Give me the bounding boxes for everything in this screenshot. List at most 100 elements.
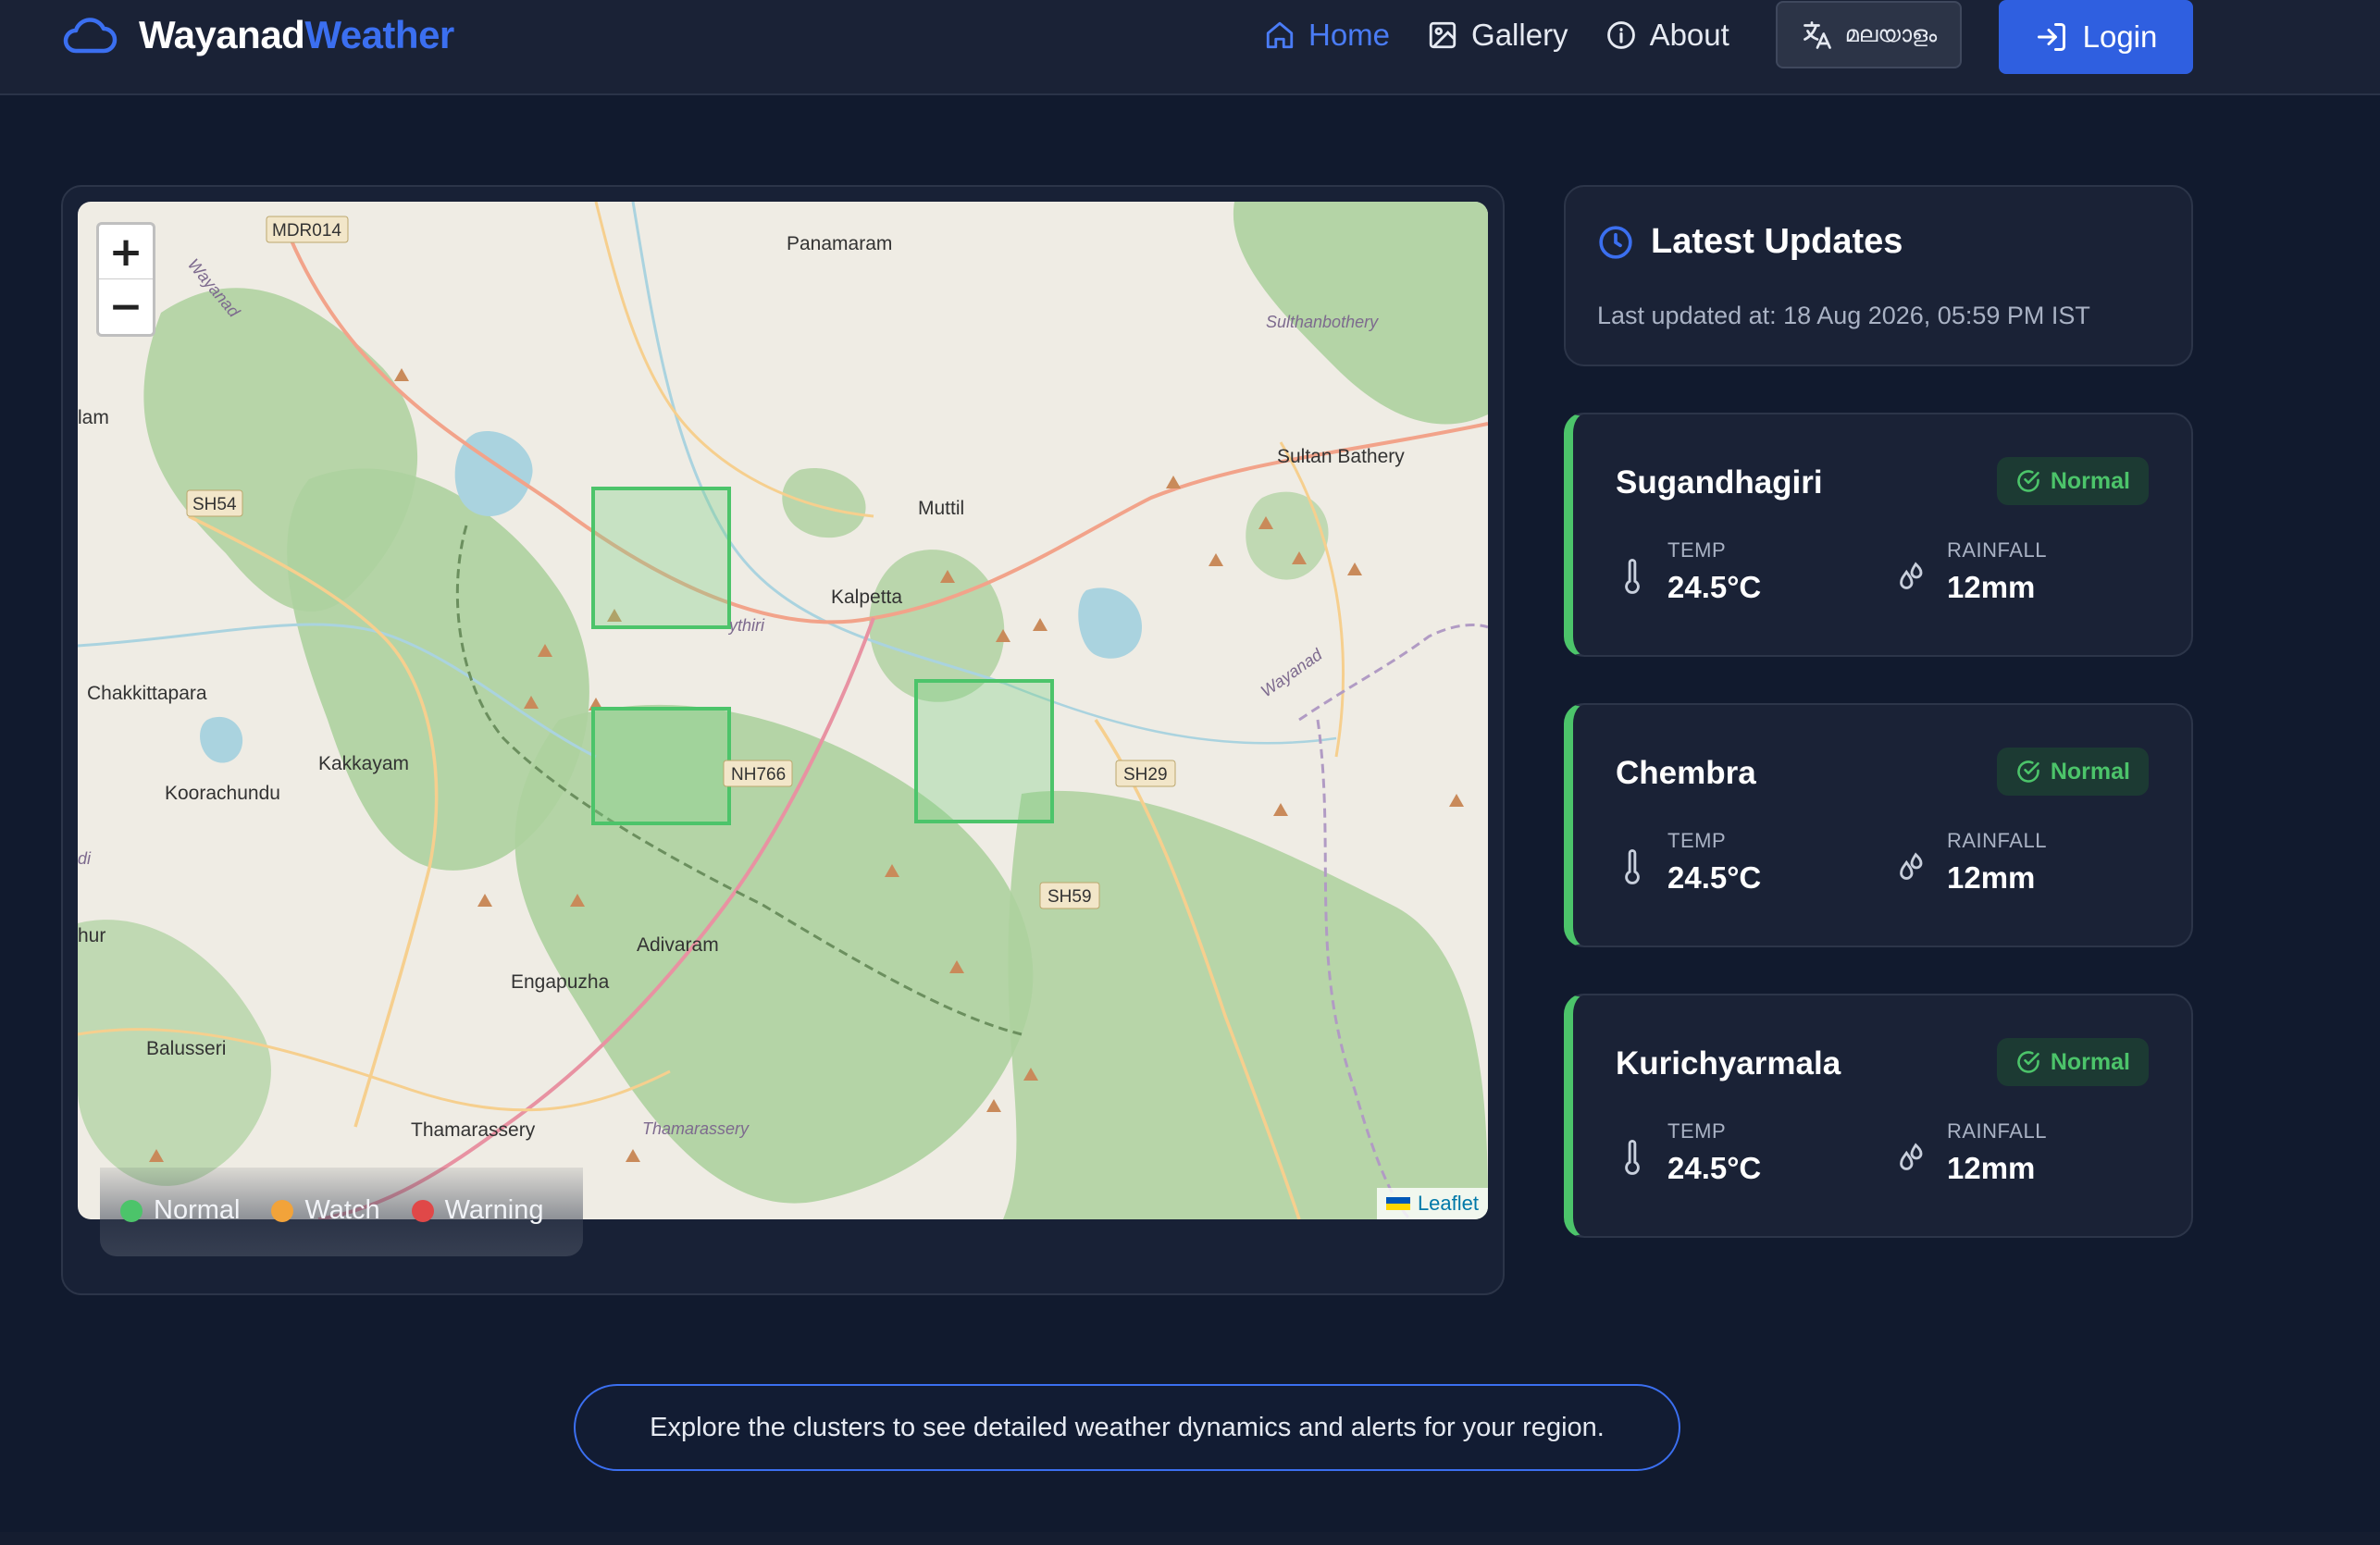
place-label: di (78, 849, 92, 868)
login-label: Login (2082, 19, 2158, 54)
status-badge: Normal (1996, 1038, 2149, 1086)
explore-banner: Explore the clusters to see detailed wea… (574, 1384, 1680, 1471)
last-updated-text: Last updated at: 18 Aug 2026, 05:59 PM I… (1597, 302, 2090, 329)
place-label: SH54 (192, 495, 237, 514)
clock-icon (1599, 225, 1632, 259)
login-icon (2037, 23, 2065, 51)
thermometer-icon (1625, 849, 1640, 884)
home-icon (1266, 21, 1294, 49)
language-label: മലയാളം (1844, 21, 1938, 47)
attribution-label: Leaflet (1417, 1192, 1479, 1215)
place-label: Panamaram (787, 233, 892, 254)
cluster-map[interactable]: MDR014 Wayanad Panamaram Sulthanbothery … (78, 202, 1488, 1219)
place-label: Wayanad (1258, 645, 1326, 700)
cluster-name: Sugandhagiri (1616, 464, 1823, 501)
place-label: Balusseri (146, 1038, 226, 1059)
warning-dot-icon (411, 1199, 434, 1222)
nav-home[interactable]: Home (1264, 18, 1390, 53)
status-label: Normal (2050, 467, 2130, 494)
status-label: Normal (2050, 758, 2130, 785)
zoom-out-button[interactable]: − (99, 279, 153, 334)
cloud-icon (63, 18, 118, 54)
temp-label: TEMP (1667, 829, 1727, 852)
cluster-card-kurichyarmala[interactable]: Kurichyarmala Normal TEMP 24.5°C RAINFAL… (1564, 994, 2193, 1238)
normal-dot-icon (120, 1199, 143, 1222)
status-badge: Normal (1996, 457, 2149, 505)
thermometer-icon (1625, 559, 1640, 594)
rainfall-label: RAINFALL (1947, 538, 2047, 562)
zoom-in-button[interactable]: + (99, 225, 153, 279)
login-button[interactable]: Login (1999, 0, 2193, 74)
place-label: NH766 (731, 765, 786, 785)
gallery-icon (1429, 21, 1457, 49)
legend-item-watch: Watch (271, 1195, 380, 1226)
map-legend: Normal Watch Warning (100, 1168, 583, 1256)
map-labels: MDR014 Wayanad Panamaram Sulthanbothery … (78, 221, 1405, 1141)
droplets-icon (1900, 1143, 1923, 1170)
nav-links: Home Gallery About (1264, 11, 1766, 59)
temp-metric: TEMP 24.5°C (1616, 829, 1761, 896)
info-icon (1606, 21, 1635, 49)
place-label: Sultan Bathery (1277, 446, 1405, 467)
place-label: hur (78, 925, 105, 946)
nav-gallery-label: Gallery (1471, 18, 1568, 52)
droplets-icon (1900, 562, 1923, 589)
rainfall-value: 12mm (1947, 860, 2036, 895)
brand-name: WayanadWeather (139, 13, 454, 56)
watch-dot-icon (271, 1199, 294, 1222)
legend-label: Normal (154, 1195, 241, 1225)
cluster-name: Chembra (1616, 755, 1756, 791)
place-label: SH59 (1047, 887, 1092, 907)
nav-home-label: Home (1308, 18, 1391, 52)
place-label: Muttil (918, 498, 964, 519)
legend-item-normal: Normal (120, 1195, 240, 1226)
footer-divider (0, 1532, 2380, 1545)
place-label: lam (78, 407, 109, 428)
place-label: Kalpetta (831, 587, 902, 608)
droplets-icon (1900, 852, 1923, 880)
rainfall-value: 12mm (1947, 570, 2036, 604)
thermometer-icon (1625, 1140, 1640, 1175)
navbar: WayanadWeather Home Gallery About മലയാളം… (0, 0, 2380, 95)
latest-updates-panel: Latest Updates Last updated at: 18 Aug 2… (1564, 185, 2193, 366)
zoom-control: + − (96, 222, 155, 337)
temp-label: TEMP (1667, 1119, 1727, 1143)
rainfall-metric: RAINFALL 12mm (1895, 1119, 2047, 1186)
place-label: Kakkayam (318, 753, 409, 774)
temp-value: 24.5°C (1667, 860, 1762, 895)
temp-metric: TEMP 24.5°C (1616, 538, 1761, 605)
nav-about-label: About (1649, 18, 1729, 52)
legend-label: Watch (304, 1195, 380, 1225)
rainfall-value: 12mm (1947, 1151, 2036, 1185)
brand[interactable]: WayanadWeather (61, 9, 454, 61)
rainfall-metric: RAINFALL 12mm (1895, 538, 2047, 605)
ukraine-flag-icon (1385, 1197, 1410, 1210)
place-label: Engapuzha (511, 971, 610, 993)
rainfall-metric: RAINFALL 12mm (1895, 829, 2047, 896)
cluster-card-chembra[interactable]: Chembra Normal TEMP 24.5°C RAINFALL 12mm (1564, 703, 2193, 947)
cluster-card-sugandhagiri[interactable]: Sugandhagiri Normal TEMP 24.5°C RAINFALL… (1564, 413, 2193, 657)
translate-icon (1803, 20, 1831, 49)
place-label: Adivaram (637, 934, 719, 956)
nav-about[interactable]: About (1605, 18, 1729, 53)
status-label: Normal (2050, 1048, 2130, 1075)
updates-title: Latest Updates (1651, 222, 1903, 261)
language-toggle-button[interactable]: മലയാളം (1776, 1, 1962, 68)
nav-gallery[interactable]: Gallery (1427, 18, 1568, 53)
temp-label: TEMP (1667, 538, 1727, 562)
legend-item-warning: Warning (411, 1195, 544, 1226)
temp-value: 24.5°C (1667, 570, 1762, 604)
temp-metric: TEMP 24.5°C (1616, 1119, 1761, 1186)
place-label: Thamarassery (642, 1119, 750, 1138)
temp-value: 24.5°C (1667, 1151, 1762, 1185)
check-circle-icon (2017, 1051, 2039, 1073)
place-label: Koorachundu (165, 783, 280, 804)
place-label: Wayanad (184, 255, 244, 322)
place-label: MDR014 (272, 221, 341, 241)
status-badge: Normal (1996, 748, 2149, 796)
legend-label: Warning (444, 1195, 544, 1225)
place-label: Sulthanbothery (1266, 313, 1379, 331)
map-attribution[interactable]: Leaflet (1376, 1188, 1488, 1219)
place-label: ythiri (727, 616, 765, 635)
rainfall-label: RAINFALL (1947, 1119, 2047, 1143)
